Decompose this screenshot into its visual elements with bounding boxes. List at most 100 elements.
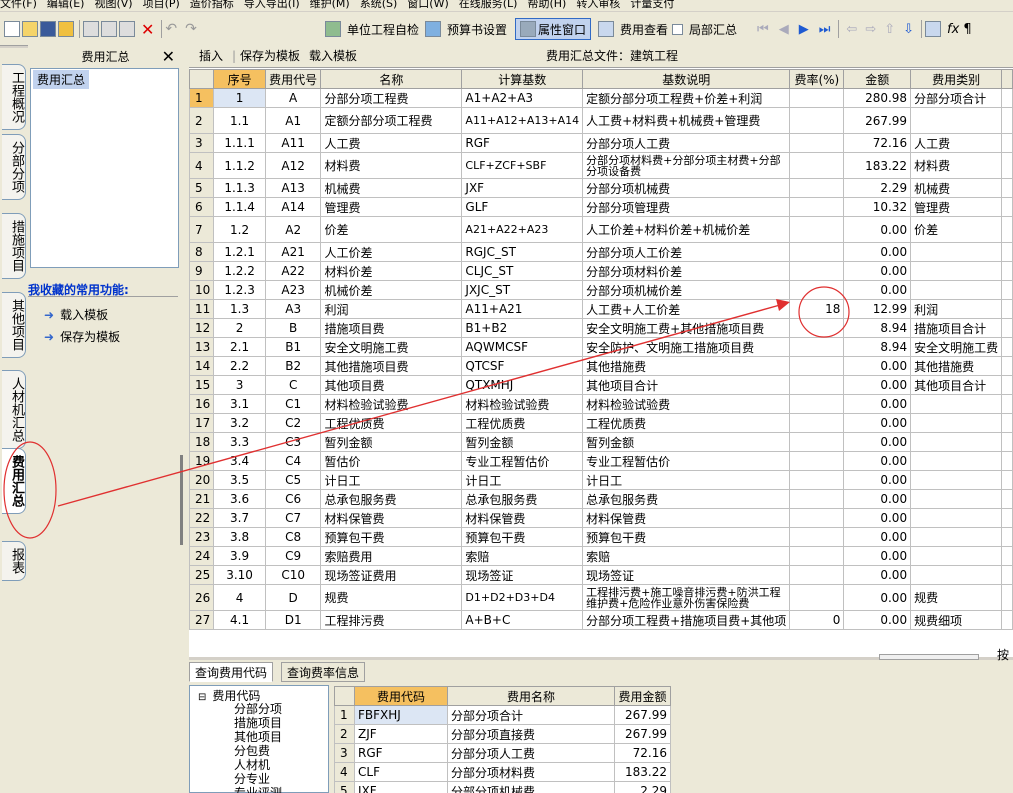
cell-name[interactable]: 暂估价 — [320, 451, 463, 471]
cell-code[interactable]: CLF — [354, 762, 448, 782]
table-row[interactable]: 1 1 A 分部分项工程费 A1+A2+A3 定额分部分项工程费+价差+利润 280.98 分… — [188, 88, 1013, 108]
row-number[interactable]: 1 — [188, 88, 215, 108]
cell-seq[interactable]: 1.1.3 — [213, 178, 266, 198]
cell-base[interactable]: 专业工程暂估价 — [461, 451, 584, 471]
row-number[interactable]: 2 — [334, 724, 355, 744]
row-number[interactable]: 7 — [188, 216, 215, 243]
cell-cat[interactable]: 材料费 — [910, 152, 1003, 179]
calculator-icon[interactable] — [925, 21, 942, 37]
cell-cat[interactable] — [910, 280, 1003, 300]
cell-name[interactable]: 材料价差 — [320, 261, 463, 281]
cell-seq[interactable]: 1.2.2 — [213, 261, 266, 281]
cell-base[interactable]: A11+A21 — [461, 299, 584, 319]
insert-button[interactable]: 插入 — [199, 44, 223, 68]
cell-seq[interactable]: 3.9 — [213, 546, 266, 566]
copy-icon[interactable] — [101, 21, 117, 37]
column-header[interactable]: 金额 — [843, 69, 912, 89]
cell-rate[interactable] — [789, 318, 845, 338]
cell-seq[interactable]: 3.8 — [213, 527, 266, 547]
cell-base[interactable]: D1+D2+D3+D4 — [461, 584, 584, 611]
tree-item-fee-summary[interactable]: 费用汇总 — [33, 70, 90, 89]
menu-item[interactable]: 项目(P) — [143, 0, 180, 11]
folder-icon[interactable] — [58, 21, 74, 37]
row-number[interactable]: 9 — [188, 261, 215, 281]
cell-rate[interactable] — [789, 375, 845, 395]
cell-code[interactable]: RGF — [354, 743, 448, 763]
column-header[interactable]: 计算基数 — [461, 69, 584, 89]
cell-amount[interactable]: 2.29 — [614, 781, 671, 793]
cell-amt[interactable]: 8.94 — [843, 337, 912, 357]
paragraph-icon[interactable]: ¶ — [963, 22, 971, 37]
cell-rate[interactable] — [789, 565, 845, 585]
cell-cat[interactable] — [910, 451, 1003, 471]
cell-base[interactable]: CLF+ZCF+SBF — [461, 152, 584, 179]
cell-name[interactable]: 总承包服务费 — [320, 489, 463, 509]
cell-name[interactable]: 管理费 — [320, 197, 463, 217]
cell-desc[interactable]: 人工费+人工价差 — [582, 299, 791, 319]
cell-name[interactable]: 索赔费用 — [320, 546, 463, 566]
column-header[interactable]: 费用类别 — [910, 69, 1003, 89]
cell-rate[interactable] — [789, 88, 845, 108]
cell-rate[interactable] — [789, 152, 845, 179]
cell-name[interactable]: 分部分项人工费 — [447, 743, 615, 763]
cell-cat[interactable] — [910, 489, 1003, 509]
cell-name[interactable]: 其他项目费 — [320, 375, 463, 395]
right-arrow-icon[interactable]: ⇨ — [865, 22, 876, 37]
cell-code[interactable]: A22 — [264, 261, 322, 281]
cell-rate[interactable] — [789, 216, 845, 243]
cell-rate[interactable] — [789, 280, 845, 300]
cell-rate[interactable] — [789, 356, 845, 376]
cell-base[interactable]: 暂列金额 — [461, 432, 584, 452]
cell-amt[interactable]: 0.00 — [843, 394, 912, 414]
cell-amount[interactable]: 183.22 — [614, 762, 671, 782]
cell-code[interactable]: C9 — [264, 546, 322, 566]
cell-rate[interactable] — [789, 197, 845, 217]
cell-base[interactable]: RGF — [461, 133, 584, 153]
menu-item[interactable]: 维护(M) — [310, 0, 350, 11]
cell-desc[interactable]: 分部分项材料费+分部分项主材费+分部分项设备费 — [582, 152, 791, 179]
cell-name[interactable]: 价差 — [320, 216, 463, 243]
row-number[interactable]: 12 — [188, 318, 215, 338]
cell-base[interactable]: QTCSF — [461, 356, 584, 376]
self-check-button[interactable]: 单位工程自检 — [325, 18, 423, 40]
cell-seq[interactable]: 3.6 — [213, 489, 266, 509]
cell-seq[interactable]: 3 — [213, 375, 266, 395]
cell-code[interactable]: JXF — [354, 781, 448, 793]
cell-rate[interactable] — [789, 508, 845, 528]
cell-seq[interactable]: 4.1 — [213, 610, 266, 630]
cell-seq[interactable]: 1.1 — [213, 107, 266, 134]
cell-rate[interactable] — [789, 489, 845, 509]
cell-cat[interactable] — [910, 107, 1003, 134]
row-number[interactable]: 21 — [188, 489, 215, 509]
table-row[interactable]: 22 3.7 C7 材料保管费 材料保管费 材料保管费 0.00 — [188, 508, 1013, 528]
cell-amt[interactable]: 0.00 — [843, 546, 912, 566]
cell-cat[interactable] — [910, 432, 1003, 452]
cell-desc[interactable]: 分部分项人工价差 — [582, 242, 791, 262]
cell-cat[interactable]: 规费细项 — [910, 610, 1003, 630]
table-row[interactable]: 17 3.2 C2 工程优质费 工程优质费 工程优质费 0.00 — [188, 413, 1013, 433]
menu-item[interactable]: 计量支付 — [630, 0, 674, 11]
cell-desc[interactable]: 现场签证 — [582, 565, 791, 585]
row-number[interactable]: 10 — [188, 280, 215, 300]
cell-name[interactable]: 分部分项材料费 — [447, 762, 615, 782]
row-number[interactable]: 2 — [188, 107, 215, 134]
cell-desc[interactable]: 工程排污费+施工噪音排污费+防洪工程维护费+危险作业意外伤害保险费 — [582, 584, 791, 611]
cell-code[interactable]: B1 — [264, 337, 322, 357]
menu-item[interactable]: 帮助(H) — [527, 0, 566, 11]
cell-amt[interactable]: 72.16 — [843, 133, 912, 153]
row-number[interactable]: 22 — [188, 508, 215, 528]
cell-amt[interactable]: 0.00 — [843, 489, 912, 509]
cell-desc[interactable]: 总承包服务费 — [582, 489, 791, 509]
cell-amt[interactable]: 280.98 — [843, 88, 912, 108]
cell-base[interactable]: B1+B2 — [461, 318, 584, 338]
column-header[interactable]: 基数说明 — [582, 69, 791, 89]
cell-code[interactable]: A13 — [264, 178, 322, 198]
prev-icon[interactable]: ◀ — [779, 22, 789, 37]
cell-amount[interactable]: 72.16 — [614, 743, 671, 763]
cell-seq[interactable]: 1.2.1 — [213, 242, 266, 262]
cell-rate[interactable] — [789, 432, 845, 452]
save-icon[interactable] — [40, 21, 56, 37]
cell-seq[interactable]: 1.1.1 — [213, 133, 266, 153]
vtab-item[interactable]: 措施项目 — [2, 213, 26, 279]
row-number[interactable]: 20 — [188, 470, 215, 490]
